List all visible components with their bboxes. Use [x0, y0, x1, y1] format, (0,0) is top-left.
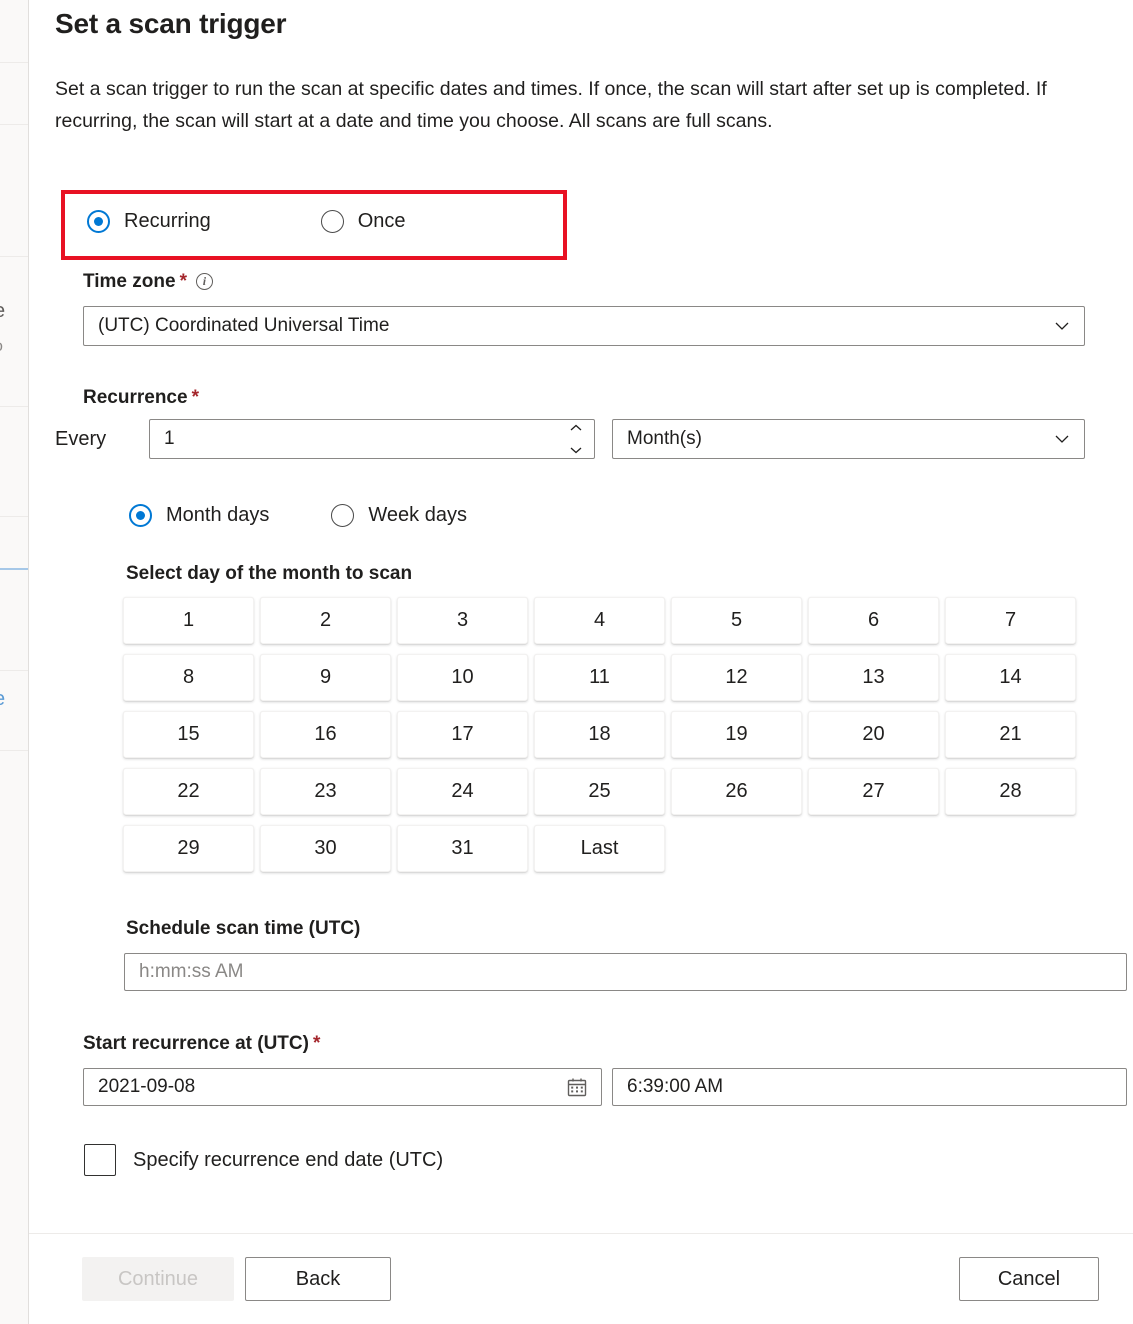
radio-selected-icon: [87, 210, 110, 233]
radio-week-days-label: Week days: [368, 504, 467, 526]
month-day-cell[interactable]: 3: [397, 597, 528, 644]
checkbox-unchecked-icon[interactable]: [84, 1144, 116, 1176]
radio-recurring[interactable]: Recurring: [87, 210, 211, 233]
specify-end-date-checkbox-row[interactable]: Specify recurrence end date (UTC): [84, 1144, 443, 1176]
month-day-cell[interactable]: 17: [397, 711, 528, 758]
bg-text-fragment: e: [0, 688, 5, 711]
radio-once-label: Once: [357, 210, 406, 232]
panel-footer: Continue Back Cancel: [29, 1233, 1133, 1324]
bg-row: [0, 0, 28, 63]
radio-month-days[interactable]: Month days: [129, 504, 269, 527]
recurrence-unit-dropdown[interactable]: Month(s): [612, 419, 1085, 459]
month-day-cell[interactable]: 24: [397, 768, 528, 815]
radio-unselected-icon: [331, 504, 355, 527]
month-day-cell[interactable]: 11: [534, 654, 665, 701]
radio-recurring-label: Recurring: [124, 210, 211, 232]
info-icon[interactable]: i: [195, 273, 213, 290]
radio-month-days-label: Month days: [166, 504, 270, 526]
bg-text-fragment: o: [0, 338, 3, 356]
month-day-cell[interactable]: 20: [808, 711, 939, 758]
month-day-cell[interactable]: 29: [123, 825, 254, 872]
bg-row: [0, 62, 28, 125]
month-day-cell[interactable]: 9: [260, 654, 391, 701]
chevron-up-icon: [570, 424, 582, 431]
required-asterisk: *: [191, 387, 199, 408]
spinner-buttons[interactable]: [568, 424, 584, 454]
start-recurrence-label-text: Start recurrence at (UTC): [83, 1033, 309, 1054]
month-day-cell[interactable]: 13: [808, 654, 939, 701]
start-recurrence-time-input[interactable]: 6:39:00 AM: [612, 1068, 1127, 1106]
month-day-cell[interactable]: 18: [534, 711, 665, 758]
bg-row: [0, 570, 28, 671]
month-day-cell[interactable]: 6: [808, 597, 939, 644]
bg-row: [0, 406, 28, 517]
month-day-cell[interactable]: 8: [123, 654, 254, 701]
chevron-down-icon: [570, 447, 582, 454]
month-day-cell[interactable]: 5: [671, 597, 802, 644]
recurrence-label-text: Recurrence: [83, 387, 188, 408]
month-day-cell[interactable]: Last: [534, 825, 665, 872]
bg-text-fragment: e: [0, 300, 5, 323]
start-recurrence-date-input[interactable]: 2021-09-08: [83, 1068, 602, 1106]
chevron-down-icon: [1054, 431, 1070, 447]
scan-trigger-panel: Set a scan trigger Set a scan trigger to…: [28, 0, 1133, 1324]
page-title: Set a scan trigger: [55, 8, 287, 39]
month-day-cell[interactable]: 28: [945, 768, 1076, 815]
month-day-cell[interactable]: 10: [397, 654, 528, 701]
month-day-grid: 1 2 3 4 5 6 7 8 9 10 11 12 13 14 15 16 17 18 19 20 21 22 23 24 2…: [123, 597, 1083, 872]
time-zone-dropdown[interactable]: (UTC) Coordinated Universal Time: [83, 306, 1085, 346]
month-days-heading: Select day of the month to scan: [126, 563, 413, 584]
panel-body: Set a scan trigger Set a scan trigger to…: [29, 0, 1133, 1233]
continue-button[interactable]: Continue: [82, 1257, 234, 1301]
background-page-sliver: e o e: [0, 0, 28, 1324]
month-day-cell[interactable]: 1: [123, 597, 254, 644]
month-day-cell[interactable]: 19: [671, 711, 802, 758]
time-zone-value: (UTC) Coordinated Universal Time: [98, 315, 390, 336]
month-day-cell[interactable]: 30: [260, 825, 391, 872]
panel-description: Set a scan trigger to run the scan at sp…: [55, 78, 1047, 132]
month-day-cell[interactable]: 12: [671, 654, 802, 701]
bg-row: [0, 124, 28, 257]
month-day-cell[interactable]: 2: [260, 597, 391, 644]
radio-selected-icon: [129, 504, 152, 527]
month-day-cell[interactable]: 26: [671, 768, 802, 815]
recurrence-interval-value: 1: [164, 428, 175, 449]
month-day-cell[interactable]: 23: [260, 768, 391, 815]
month-day-cell[interactable]: 21: [945, 711, 1076, 758]
back-button[interactable]: Back: [245, 1257, 391, 1301]
required-asterisk: *: [179, 271, 187, 292]
schedule-scan-time-placeholder: h:mm:ss AM: [139, 961, 244, 982]
cancel-button[interactable]: Cancel: [959, 1257, 1099, 1301]
start-recurrence-time-value: 6:39:00 AM: [627, 1076, 724, 1097]
trigger-type-radio-group: Recurring Once: [87, 210, 406, 233]
recurrence-unit-value: Month(s): [627, 428, 702, 449]
month-day-cell[interactable]: 16: [260, 711, 391, 758]
time-zone-label: Time zone * i: [83, 271, 213, 293]
recurrence-interval-input[interactable]: 1: [149, 419, 595, 459]
start-recurrence-date-value: 2021-09-08: [98, 1076, 196, 1097]
month-day-cell[interactable]: 25: [534, 768, 665, 815]
recurrence-label: Recurrence *: [83, 387, 199, 409]
month-day-cell[interactable]: 7: [945, 597, 1076, 644]
chevron-down-icon: [1054, 318, 1070, 334]
radio-week-days[interactable]: Week days: [331, 504, 467, 527]
start-recurrence-label: Start recurrence at (UTC) *: [83, 1033, 320, 1055]
required-asterisk: *: [312, 1033, 321, 1054]
month-day-cell[interactable]: 14: [945, 654, 1076, 701]
month-day-cell[interactable]: 22: [123, 768, 254, 815]
month-day-cell[interactable]: 15: [123, 711, 254, 758]
every-label: Every: [55, 428, 107, 450]
bg-row: [0, 256, 28, 407]
day-type-radio-group: Month days Week days: [129, 504, 467, 527]
month-day-cell[interactable]: 4: [534, 597, 665, 644]
radio-once[interactable]: Once: [320, 210, 406, 233]
calendar-icon[interactable]: [567, 1077, 587, 1103]
month-day-cell[interactable]: 31: [397, 825, 528, 872]
month-day-cell[interactable]: 27: [808, 768, 939, 815]
specify-end-date-label: Specify recurrence end date (UTC): [133, 1148, 444, 1171]
schedule-scan-time-input[interactable]: h:mm:ss AM: [124, 953, 1127, 991]
schedule-scan-time-label: Schedule scan time (UTC): [126, 918, 361, 939]
radio-unselected-icon: [320, 210, 344, 233]
time-zone-label-text: Time zone: [83, 271, 176, 292]
